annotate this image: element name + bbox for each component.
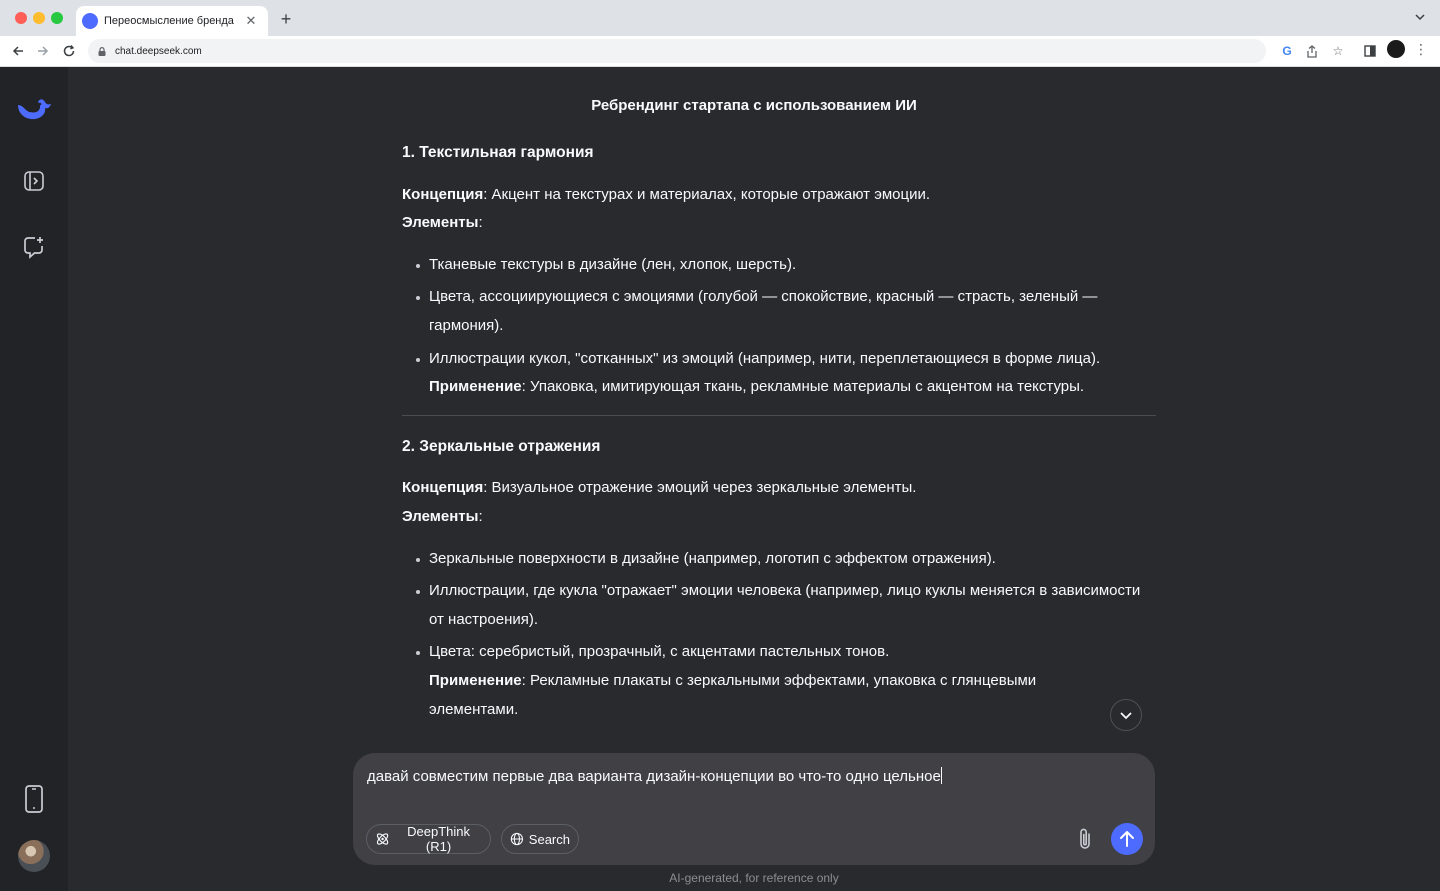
search-toggle-button[interactable]: Search bbox=[501, 824, 579, 854]
sidebar bbox=[0, 67, 68, 891]
concept-text: : Визуальное отражение эмоций через зерк… bbox=[483, 479, 917, 497]
chevron-down-icon bbox=[1120, 712, 1132, 720]
section-divider bbox=[402, 414, 1156, 416]
browser-tab[interactable]: Переосмысление бренда ✕ bbox=[76, 6, 268, 36]
send-button[interactable] bbox=[1111, 823, 1143, 855]
text-caret bbox=[940, 767, 942, 784]
application-label: Применение bbox=[429, 378, 522, 396]
deepthink-label: DeepThink (R1) bbox=[407, 824, 470, 854]
scroll-to-bottom-button[interactable] bbox=[1110, 699, 1142, 731]
message-input[interactable]: давай совместим первые два варианта диза… bbox=[367, 765, 1127, 789]
application-label: Применение bbox=[429, 671, 522, 689]
tab-close-icon[interactable]: ✕ bbox=[244, 13, 258, 29]
list-item: Цвета, ассоциирующиеся с эмоциями (голуб… bbox=[416, 283, 1156, 340]
browser-tab-strip: Переосмысление бренда ✕ + bbox=[0, 0, 1440, 36]
browser-toolbar: chat.deepseek.com G ☆ bbox=[0, 36, 1440, 67]
forward-arrow-icon[interactable] bbox=[33, 41, 53, 61]
side-panel-icon[interactable] bbox=[1361, 42, 1379, 60]
window-close-button[interactable] bbox=[15, 12, 27, 24]
google-icon[interactable]: G bbox=[1278, 42, 1296, 60]
message-composer: давай совместим первые два варианта диза… bbox=[353, 753, 1155, 865]
chat-main: Ребрендинг стартапа с использованием ИИ … bbox=[68, 67, 1440, 891]
elements-suffix: : bbox=[478, 507, 483, 525]
section-heading: 1. Текстильная гармония bbox=[402, 144, 594, 161]
window-maximize-button[interactable] bbox=[51, 12, 63, 24]
tab-title: Переосмысление бренда bbox=[104, 15, 234, 27]
window-minimize-button[interactable] bbox=[33, 12, 45, 24]
disclaimer-text: AI-generated, for reference only bbox=[669, 871, 839, 885]
elements-line: Элементы: bbox=[402, 503, 1156, 532]
application-line: Применение: Упаковка, имитирующая ткань,… bbox=[402, 373, 1156, 402]
elements-list: Зеркальные поверхности в дизайне (наприм… bbox=[402, 545, 1156, 667]
new-tab-button[interactable]: + bbox=[276, 9, 296, 30]
list-item: Иллюстрации, где кукла "отражает" эмоции… bbox=[416, 577, 1156, 634]
section-heading: 2. Зеркальные отражения bbox=[402, 437, 601, 455]
deepthink-toggle-button[interactable]: DeepThink (R1) bbox=[366, 824, 491, 854]
assistant-message: 1. Текстильная гармония Концепция: Акцен… bbox=[402, 139, 1156, 749]
url-text: chat.deepseek.com bbox=[115, 45, 202, 57]
elements-suffix: : bbox=[478, 214, 483, 232]
search-label: Search bbox=[528, 831, 570, 847]
list-item: Тканевые текстуры в дизайне (лен, хлопок… bbox=[416, 251, 1156, 280]
lock-icon bbox=[98, 46, 106, 56]
back-arrow-icon[interactable] bbox=[8, 41, 28, 61]
elements-line: Элементы: bbox=[402, 209, 1156, 238]
globe-icon bbox=[510, 832, 524, 846]
open-sidebar-icon[interactable] bbox=[18, 165, 50, 197]
atom-icon bbox=[376, 833, 389, 845]
application-line: Применение: Рекламные плакаты с зеркальн… bbox=[402, 667, 1156, 724]
share-icon[interactable] bbox=[1303, 42, 1321, 60]
profile-avatar[interactable] bbox=[1387, 40, 1405, 58]
concept-label: Концепция bbox=[402, 185, 484, 203]
concept-text: : Акцент на текстурах и материалах, кото… bbox=[483, 185, 931, 203]
reload-icon[interactable] bbox=[59, 41, 79, 61]
concept-line: Концепция: Визуальное отражение эмоций ч… bbox=[402, 474, 1156, 503]
list-item: Иллюстрации кукол, "сотканных" из эмоций… bbox=[416, 345, 1156, 374]
new-chat-icon[interactable] bbox=[18, 231, 50, 263]
list-item: Цвета: серебристый, прозрачный, с акцент… bbox=[416, 638, 1156, 667]
tab-search-chevron-icon[interactable] bbox=[1414, 11, 1426, 23]
deepseek-favicon-icon bbox=[82, 13, 98, 29]
browser-menu-icon[interactable]: ⋮ bbox=[1414, 41, 1428, 57]
application-text: : Упаковка, имитирующая ткань, рекламные… bbox=[521, 378, 1085, 396]
address-bar[interactable]: chat.deepseek.com bbox=[88, 39, 1266, 63]
arrow-up-icon bbox=[1120, 831, 1134, 847]
deepseek-logo-icon[interactable] bbox=[15, 93, 53, 123]
chat-title: Ребрендинг стартапа с использованием ИИ bbox=[591, 97, 917, 114]
message-input-text: давай совместим первые два варианта диза… bbox=[367, 768, 941, 785]
concept-label: Концепция bbox=[402, 479, 484, 497]
elements-label: Элементы bbox=[402, 214, 479, 232]
elements-label: Элементы bbox=[402, 507, 479, 525]
bookmark-star-icon[interactable]: ☆ bbox=[1329, 42, 1347, 60]
elements-list: Тканевые текстуры в дизайне (лен, хлопок… bbox=[402, 251, 1156, 373]
mobile-app-icon[interactable] bbox=[18, 783, 50, 815]
attach-file-icon[interactable] bbox=[1073, 826, 1097, 852]
list-item: Зеркальные поверхности в дизайне (наприм… bbox=[416, 545, 1156, 574]
concept-line: Концепция: Акцент на текстурах и материа… bbox=[402, 181, 1156, 210]
user-avatar[interactable] bbox=[18, 840, 50, 872]
